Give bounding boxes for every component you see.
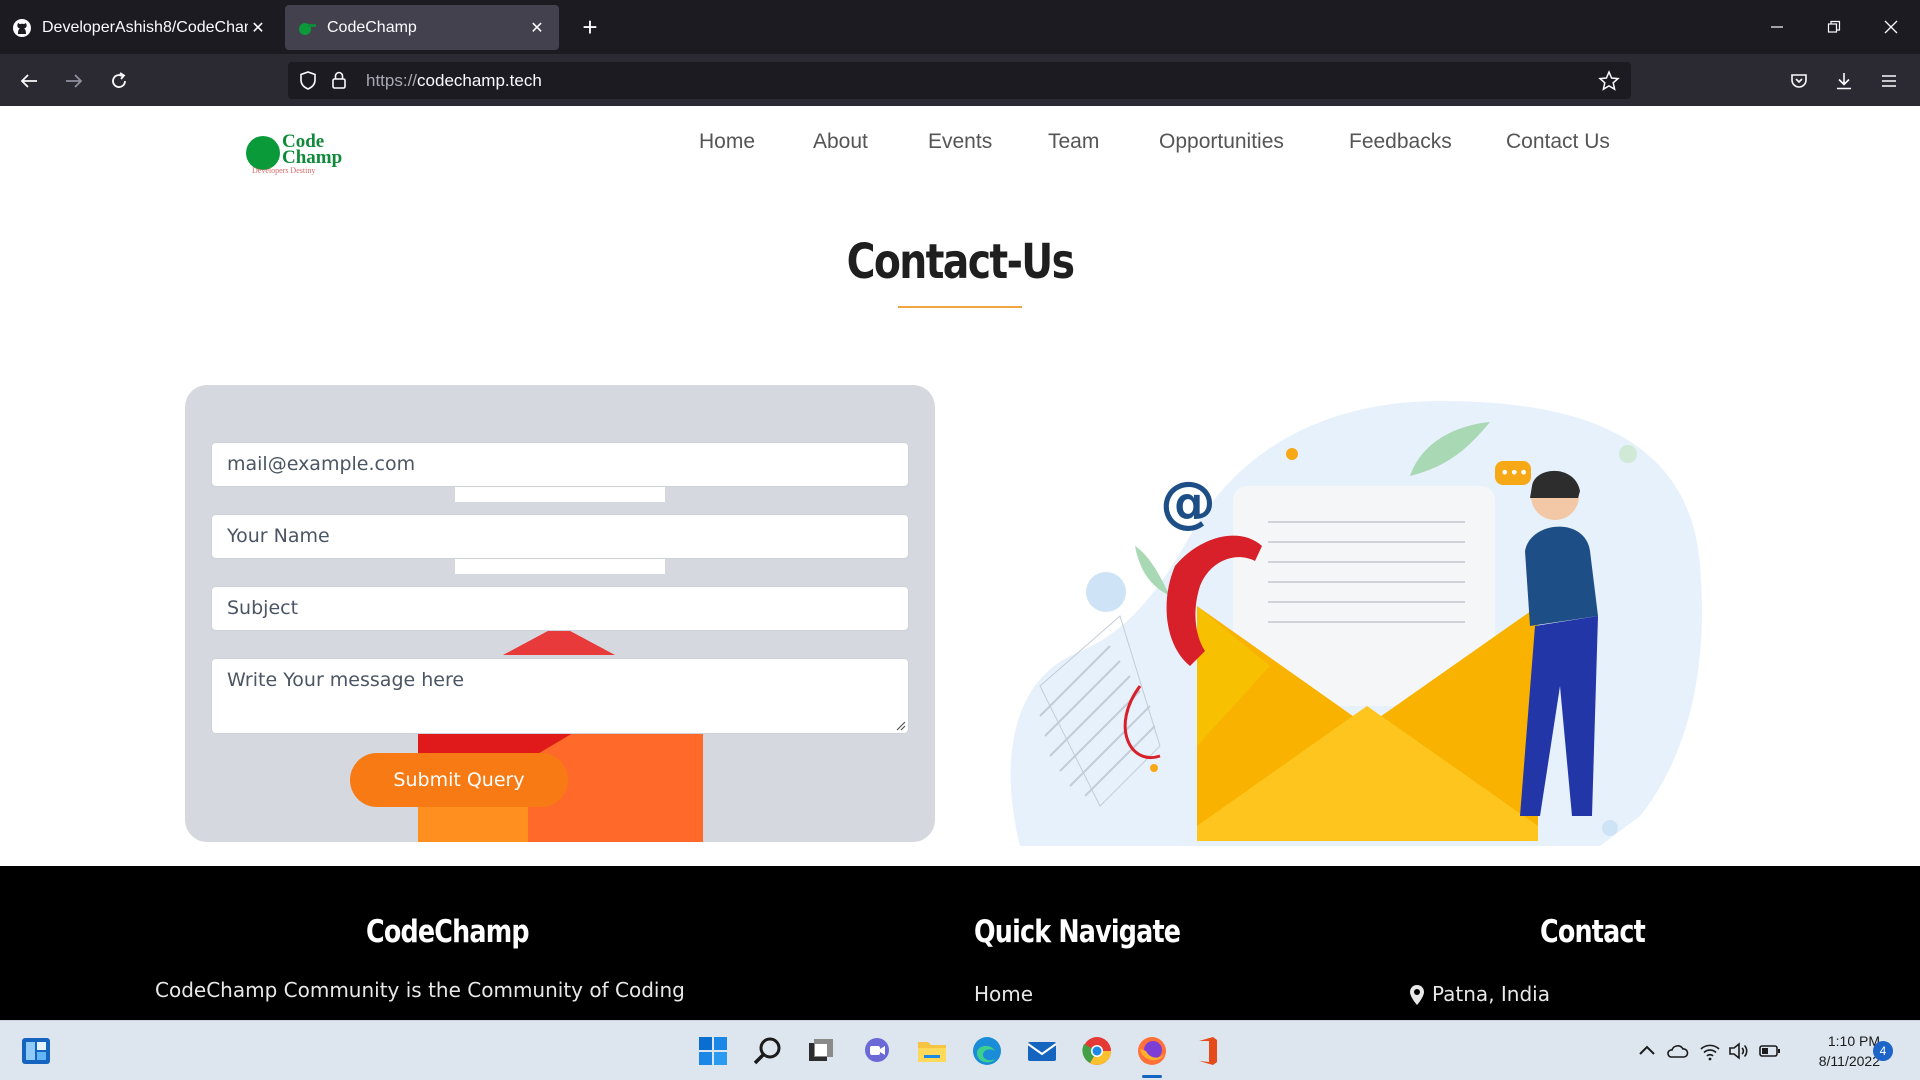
office-icon[interactable] [1191, 1035, 1223, 1067]
footer-contact-title: Contact [1540, 914, 1646, 950]
tab-github[interactable]: DeveloperAshish8/CodeChamp ✕ [0, 5, 280, 50]
logo-tagline: Developers Destiny [252, 166, 316, 175]
page-title: Contact-Us [846, 234, 1075, 290]
active-app-indicator [1142, 1075, 1162, 1078]
new-tab-button[interactable]: + [575, 12, 605, 42]
url-host: codechamp.tech [417, 71, 542, 90]
onedrive-cloud-icon[interactable] [1665, 1039, 1689, 1063]
hamburger-menu-icon [1882, 75, 1896, 87]
menu-button[interactable] [1872, 64, 1906, 98]
arrow-left-icon [20, 74, 37, 88]
arrow-right-icon [66, 74, 83, 88]
footer-location: Patna, India [1432, 982, 1550, 1006]
nav-home[interactable]: Home [699, 130, 755, 154]
browser-tab-bar: DeveloperAshish8/CodeChamp ✕ CodeChamp ✕… [0, 0, 1920, 54]
codechamp-favicon-icon [299, 22, 316, 35]
pocket-icon [1791, 74, 1807, 88]
tab-title: CodeChamp [327, 18, 417, 36]
pocket-button[interactable] [1782, 64, 1816, 98]
url-protocol: https:// [366, 71, 418, 90]
site-footer: CodeChamp CodeChamp Community is the Com… [0, 866, 1920, 1020]
nav-feedbacks[interactable]: Feedbacks [1349, 130, 1452, 154]
submit-button[interactable]: Submit Query [350, 753, 568, 807]
browser-toolbar: https://codechamp.tech [0, 54, 1920, 106]
system-clock[interactable]: 1:10 PM 8/11/2022 [1790, 1031, 1880, 1071]
address-bar[interactable]: https://codechamp.tech [288, 62, 1631, 99]
resize-handle-icon[interactable] [894, 719, 906, 731]
footer-link-home[interactable]: Home [974, 982, 1033, 1006]
contact-illustration: @ ••• [1010, 401, 1702, 846]
restore-icon [1827, 20, 1841, 33]
title-underline [898, 306, 1022, 308]
github-icon [13, 18, 31, 37]
wifi-icon[interactable] [1698, 1039, 1722, 1063]
svg-text:@: @ [1160, 470, 1216, 535]
taskbar: 1:10 PM 8/11/2022 4 [0, 1020, 1920, 1080]
nav-events[interactable]: Events [928, 130, 992, 154]
restore-button[interactable] [1816, 10, 1852, 44]
edge-browser-icon[interactable] [971, 1035, 1003, 1067]
lock-icon[interactable] [330, 70, 348, 91]
downloads-button[interactable] [1827, 64, 1861, 98]
windows-start-icon[interactable] [697, 1035, 729, 1067]
minimize-button[interactable] [1759, 10, 1795, 44]
footer-brand-text: CodeChamp Community is the Community of … [155, 978, 685, 1002]
tab-codechamp[interactable]: CodeChamp ✕ [285, 5, 559, 50]
subject-field[interactable]: Subject [211, 586, 909, 631]
close-icon[interactable]: ✕ [527, 18, 547, 38]
back-button[interactable] [12, 64, 46, 98]
url-text[interactable]: https://codechamp.tech [366, 71, 542, 91]
tab-title: DeveloperAshish8/CodeChamp [42, 18, 248, 36]
close-window-button[interactable] [1873, 10, 1909, 44]
location-pin-icon [1410, 985, 1424, 1005]
name-field[interactable]: Your Name [211, 514, 909, 559]
notification-badge[interactable]: 4 [1873, 1041, 1893, 1061]
clock-date: 8/11/2022 [1818, 1053, 1880, 1069]
message-placeholder: Write Your message here [227, 669, 465, 691]
message-field[interactable]: Write Your message here [211, 658, 909, 734]
forward-button[interactable] [57, 64, 91, 98]
shield-icon[interactable] [298, 70, 318, 91]
battery-icon[interactable] [1758, 1039, 1782, 1063]
email-field[interactable]: mail@example.com [211, 442, 909, 487]
footer-brand-title: CodeChamp [366, 914, 530, 950]
web-page: Code Champ Developers Destiny Home About… [0, 106, 1920, 1020]
site-logo[interactable]: Code Champ Developers Destiny [246, 126, 346, 176]
logo-dot [246, 136, 280, 170]
svg-text:•••: ••• [1500, 463, 1528, 482]
close-icon [1884, 20, 1898, 34]
download-icon [1837, 73, 1851, 90]
mail-icon[interactable] [1026, 1035, 1058, 1067]
task-view-icon[interactable] [805, 1035, 837, 1067]
widgets-icon[interactable] [20, 1035, 52, 1067]
firefox-icon[interactable] [1136, 1035, 1168, 1067]
nav-opportunities[interactable]: Opportunities [1159, 130, 1284, 154]
nav-team[interactable]: Team [1048, 130, 1099, 154]
close-icon[interactable]: ✕ [248, 18, 268, 38]
nav-contact-us[interactable]: Contact Us [1506, 130, 1610, 154]
reload-icon [112, 72, 126, 88]
nav-about[interactable]: About [813, 130, 868, 154]
chrome-icon[interactable] [1081, 1035, 1113, 1067]
footer-quick-navigate-title: Quick Navigate [974, 914, 1181, 950]
clock-time: 1:10 PM [1827, 1033, 1880, 1049]
chevron-up-icon[interactable] [1635, 1039, 1659, 1063]
reload-button[interactable] [102, 64, 136, 98]
contact-form: mail@example.com Your Name Subject Write… [185, 385, 935, 842]
file-explorer-icon[interactable] [916, 1035, 948, 1067]
minimize-icon [1771, 26, 1783, 28]
star-icon[interactable] [1598, 70, 1620, 92]
logo-line-2: Champ [282, 147, 343, 168]
chat-icon[interactable] [861, 1035, 893, 1067]
search-icon[interactable] [752, 1035, 784, 1067]
volume-icon[interactable] [1727, 1039, 1751, 1063]
